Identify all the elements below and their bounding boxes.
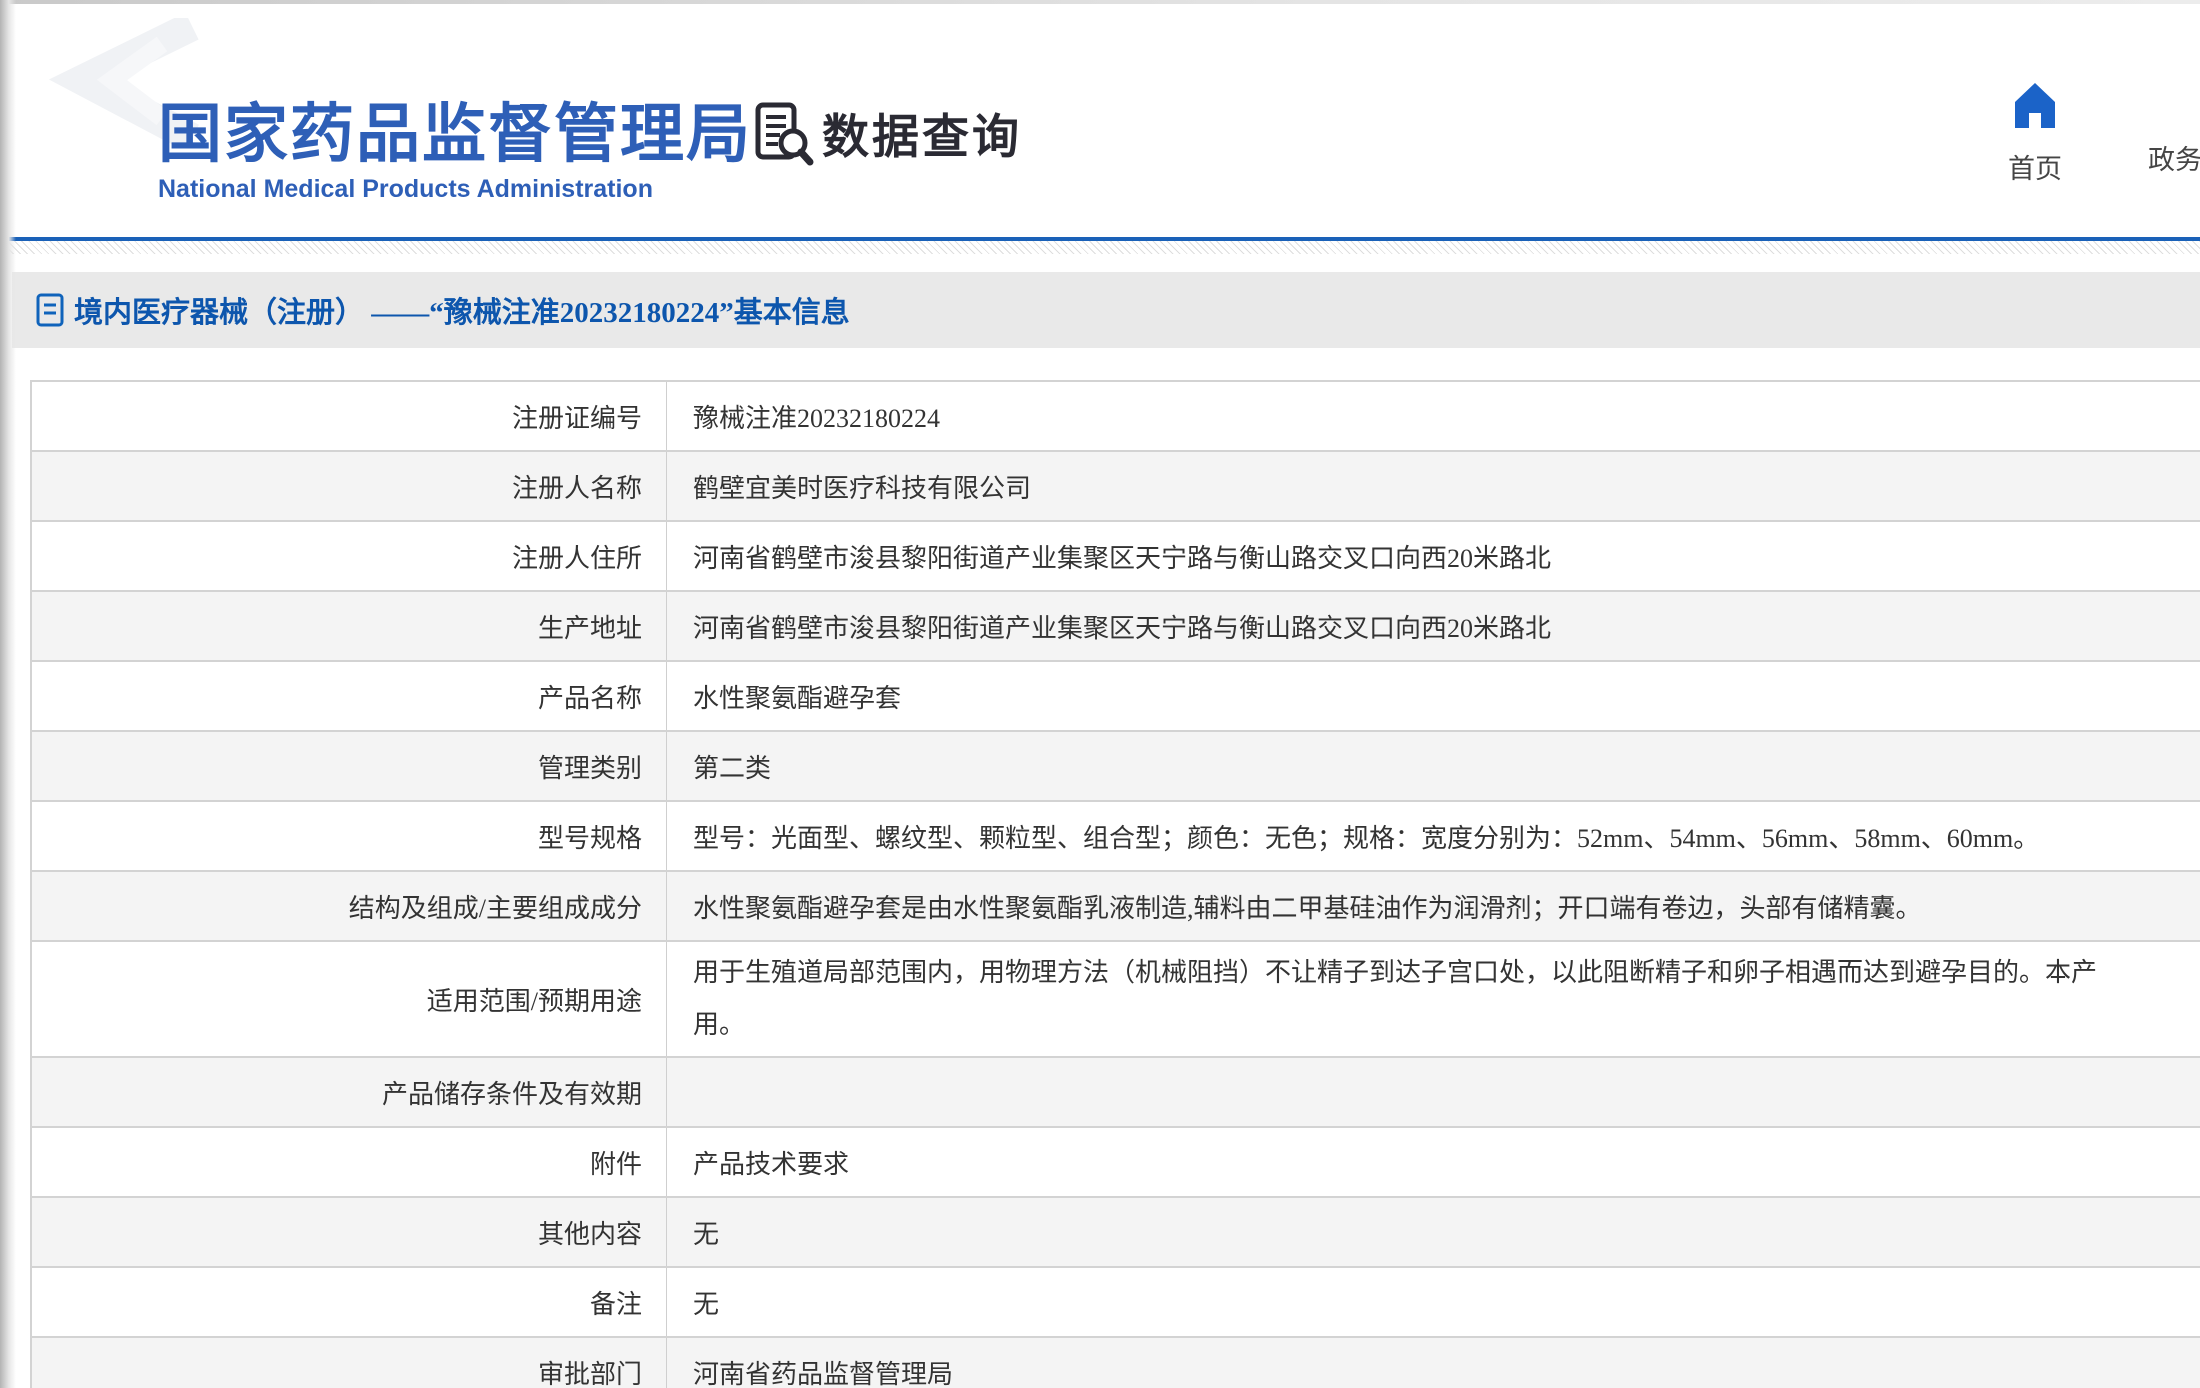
row-value: 无 <box>667 1198 2200 1266</box>
row-label: 注册人住所 <box>32 522 667 590</box>
nav-item-home[interactable]: 首页 <box>1990 82 2080 186</box>
home-icon <box>2014 82 2056 135</box>
table-row: 注册人名称 鹤壁宜美时医疗科技有限公司 <box>32 452 2200 522</box>
site-header: 国家药品监督管理局 National Medical Products Admi… <box>0 4 2200 238</box>
nmpa-logo[interactable]: 国家药品监督管理局 National Medical Products Admi… <box>158 96 752 204</box>
row-value: 用于生殖道局部范围内，用物理方法（机械阻挡）不让精子到达子宫口处，以此阻断精子和… <box>667 942 2200 1056</box>
row-value: 水性聚氨酯避孕套是由水性聚氨酯乳液制造,辅料由二甲基硅油作为润滑剂；开口端有卷边… <box>667 872 2200 940</box>
row-value: 豫械注准20232180224 <box>667 382 2200 450</box>
row-value: 水性聚氨酯避孕套 <box>667 662 2200 730</box>
nav-gov-label: 政务 <box>2148 145 2200 175</box>
row-value: 型号：光面型、螺纹型、颗粒型、组合型；颜色：无色；规格：宽度分别为：52mm、5… <box>667 802 2200 870</box>
row-label: 其他内容 <box>32 1198 667 1266</box>
registration-info-table: 注册证编号 豫械注准20232180224 注册人名称 鹤壁宜美时医疗科技有限公… <box>30 380 2200 1388</box>
document-search-icon <box>750 100 814 166</box>
data-query-section-link[interactable]: 数据查询 <box>750 98 1022 167</box>
row-label: 附件 <box>32 1128 667 1196</box>
table-row: 注册人住所 河南省鹤壁市浚县黎阳街道产业集聚区天宁路与衡山路交叉口向西20米路北 <box>32 522 2200 592</box>
document-icon <box>36 293 64 327</box>
row-label: 备注 <box>32 1268 667 1336</box>
table-row: 适用范围/预期用途 用于生殖道局部范围内，用物理方法（机械阻挡）不让精子到达子宫… <box>32 942 2200 1058</box>
table-row: 结构及组成/主要组成成分 水性聚氨酯避孕套是由水性聚氨酯乳液制造,辅料由二甲基硅… <box>32 872 2200 942</box>
nmpa-logo-title: 国家药品监督管理局 <box>158 96 752 172</box>
row-label: 管理类别 <box>32 732 667 800</box>
row-value <box>667 1058 2200 1126</box>
row-label: 审批部门 <box>32 1338 667 1388</box>
row-label: 适用范围/预期用途 <box>32 942 667 1056</box>
table-row: 附件 产品技术要求 <box>32 1128 2200 1198</box>
row-value: 第二类 <box>667 732 2200 800</box>
row-label: 结构及组成/主要组成成分 <box>32 872 667 940</box>
row-label: 注册人名称 <box>32 452 667 520</box>
row-value: 河南省鹤壁市浚县黎阳街道产业集聚区天宁路与衡山路交叉口向西20米路北 <box>667 592 2200 660</box>
table-row: 管理类别 第二类 <box>32 732 2200 802</box>
table-row: 审批部门 河南省药品监督管理局 <box>32 1338 2200 1388</box>
row-label: 产品名称 <box>32 662 667 730</box>
page-title: 境内医疗器械（注册） ——“豫械注准20232180224”基本信息 <box>74 289 850 331</box>
row-value: 河南省鹤壁市浚县黎阳街道产业集聚区天宁路与衡山路交叉口向西20米路北 <box>667 522 2200 590</box>
data-query-label: 数据查询 <box>822 98 1022 167</box>
table-row: 产品储存条件及有效期 <box>32 1058 2200 1128</box>
table-row: 型号规格 型号：光面型、螺纹型、颗粒型、组合型；颜色：无色；规格：宽度分别为：5… <box>32 802 2200 872</box>
table-row: 产品名称 水性聚氨酯避孕套 <box>32 662 2200 732</box>
row-label: 型号规格 <box>32 802 667 870</box>
nmpa-logo-subtitle: National Medical Products Administration <box>158 174 752 204</box>
page: 国家药品监督管理局 National Medical Products Admi… <box>0 0 2200 1388</box>
row-label: 产品储存条件及有效期 <box>32 1058 667 1126</box>
row-value: 鹤壁宜美时医疗科技有限公司 <box>667 452 2200 520</box>
hatched-strip <box>0 241 2200 254</box>
row-label: 生产地址 <box>32 592 667 660</box>
nav-item-gov[interactable]: 政务 <box>2148 138 2200 177</box>
left-border-strip <box>0 0 16 1388</box>
table-row: 生产地址 河南省鹤壁市浚县黎阳街道产业集聚区天宁路与衡山路交叉口向西20米路北 <box>32 592 2200 662</box>
nav-home-label: 首页 <box>1990 147 2080 186</box>
table-row: 其他内容 无 <box>32 1198 2200 1268</box>
row-value: 河南省药品监督管理局 <box>667 1338 2200 1388</box>
table-row: 备注 无 <box>32 1268 2200 1338</box>
row-value: 产品技术要求 <box>667 1128 2200 1196</box>
row-value-line: 用于生殖道局部范围内，用物理方法（机械阻挡）不让精子到达子宫口处，以此阻断精子和… <box>693 947 2097 999</box>
page-title-bar: 境内医疗器械（注册） ——“豫械注准20232180224”基本信息 <box>12 272 2200 348</box>
row-label: 注册证编号 <box>32 382 667 450</box>
row-value-line: 用。 <box>693 999 745 1051</box>
row-value: 无 <box>667 1268 2200 1336</box>
table-row: 注册证编号 豫械注准20232180224 <box>32 382 2200 452</box>
